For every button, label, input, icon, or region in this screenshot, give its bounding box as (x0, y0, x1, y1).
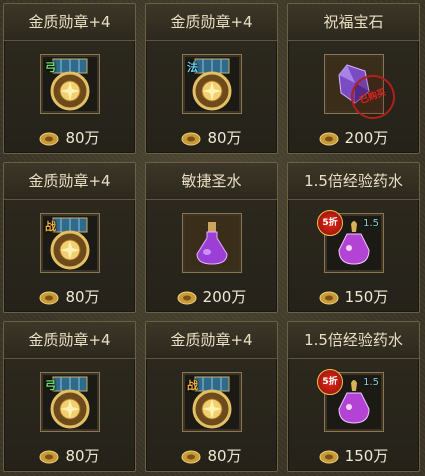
coin-icon (177, 291, 197, 304)
shop-item-5[interactable]: 1.5倍经验药水 5折 1.5 150万 (287, 162, 420, 313)
shop-grid: 金质勋章+4 弓 80万 金质勋章+4 法 80万 祝福宝石 已购买 200万 … (0, 0, 425, 476)
item-title: 1.5倍经验药水 (288, 163, 419, 200)
class-tag: 弓 (45, 61, 56, 74)
coin-icon (39, 291, 59, 304)
coin-icon (319, 291, 339, 304)
item-title: 金质勋章+4 (4, 4, 135, 41)
item-title: 敏捷圣水 (146, 163, 277, 200)
medal-icon[interactable]: 战 (40, 213, 100, 273)
shop-item-8[interactable]: 1.5倍经验药水 5折 1.5 150万 (287, 321, 420, 472)
item-price: 150万 (288, 445, 419, 467)
discount-badge: 5折 (317, 369, 343, 395)
class-tag: 弓 (45, 379, 56, 392)
price-value: 200万 (202, 288, 247, 306)
shop-item-3[interactable]: 金质勋章+4 战 80万 (3, 162, 136, 313)
class-tag: 法 (187, 61, 198, 74)
item-price: 80万 (4, 445, 135, 467)
shop-item-1[interactable]: 金质勋章+4 法 80万 (145, 3, 278, 154)
item-title: 金质勋章+4 (146, 4, 277, 41)
class-tag: 战 (45, 220, 56, 233)
exp-potion-icon[interactable]: 5折 1.5 (317, 210, 384, 273)
shop-item-4[interactable]: 敏捷圣水 200万 (145, 162, 278, 313)
price-value: 200万 (344, 129, 389, 147)
class-tag: 战 (187, 379, 198, 392)
item-title: 金质勋章+4 (4, 163, 135, 200)
coin-icon (319, 132, 339, 145)
price-value: 80万 (207, 129, 242, 147)
shop-item-0[interactable]: 金质勋章+4 弓 80万 (3, 3, 136, 154)
item-title: 金质勋章+4 (4, 322, 135, 359)
coin-icon (39, 450, 59, 463)
medal-icon[interactable]: 弓 (40, 54, 100, 114)
item-price: 150万 (288, 286, 419, 308)
coin-icon (319, 450, 339, 463)
exp-ratio: 1.5 (363, 377, 379, 388)
exp-ratio: 1.5 (363, 218, 379, 229)
shop-item-6[interactable]: 金质勋章+4 弓 80万 (3, 321, 136, 472)
shop-item-2[interactable]: 祝福宝石 已购买 200万 (287, 3, 420, 154)
gem-icon[interactable]: 已购买 (324, 54, 402, 126)
coin-icon (181, 450, 201, 463)
medal-icon[interactable]: 法 (182, 54, 242, 114)
shop-item-7[interactable]: 金质勋章+4 战 80万 (145, 321, 278, 472)
potion-icon[interactable] (182, 213, 242, 273)
item-title: 1.5倍经验药水 (288, 322, 419, 359)
price-value: 80万 (65, 129, 100, 147)
coin-icon (39, 132, 59, 145)
item-price: 80万 (4, 127, 135, 149)
price-value: 80万 (65, 288, 100, 306)
item-price: 200万 (146, 286, 277, 308)
item-price: 80万 (146, 127, 277, 149)
item-price: 200万 (288, 127, 419, 149)
medal-icon[interactable]: 弓 (40, 372, 100, 432)
discount-badge: 5折 (317, 210, 343, 236)
medal-icon[interactable]: 战 (182, 372, 242, 432)
price-value: 150万 (344, 288, 389, 306)
item-title: 金质勋章+4 (146, 322, 277, 359)
item-price: 80万 (4, 286, 135, 308)
price-value: 80万 (207, 447, 242, 465)
exp-potion-icon[interactable]: 5折 1.5 (317, 369, 384, 432)
coin-icon (181, 132, 201, 145)
price-value: 80万 (65, 447, 100, 465)
item-title: 祝福宝石 (288, 4, 419, 41)
price-value: 150万 (344, 447, 389, 465)
item-price: 80万 (146, 445, 277, 467)
